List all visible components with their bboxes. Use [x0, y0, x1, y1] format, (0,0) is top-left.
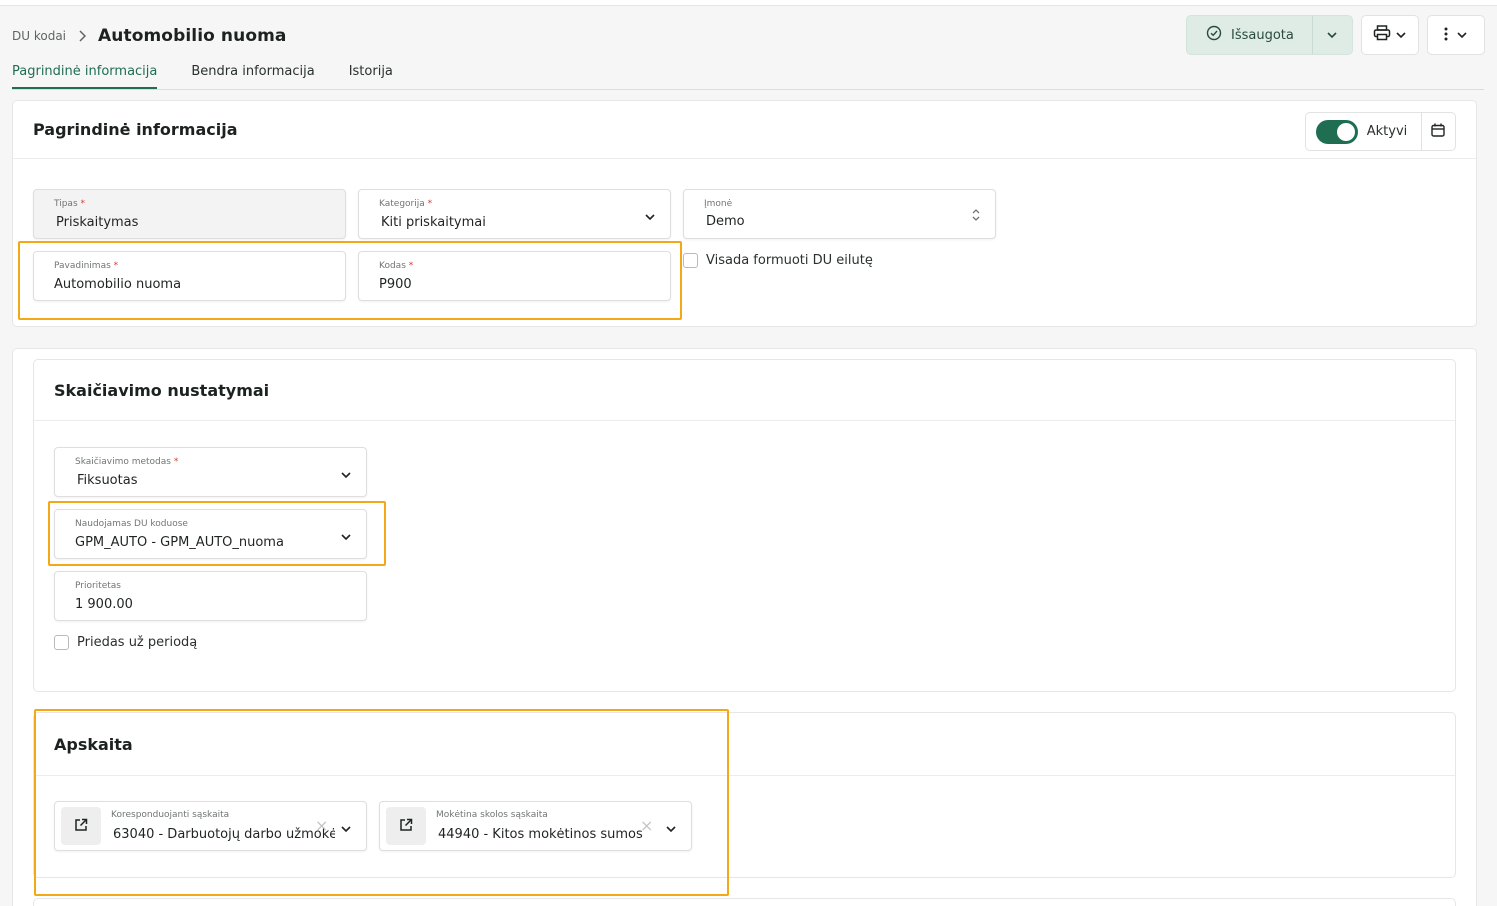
kategorija-select[interactable]: Kategorija * Kiti priskaitymai	[358, 189, 671, 239]
toggle-knob	[1336, 122, 1355, 141]
kategorija-label: Kategorija *	[379, 199, 433, 209]
chevron-down-icon	[665, 820, 677, 833]
print-button[interactable]	[1361, 15, 1419, 55]
chevron-down-icon	[340, 528, 352, 541]
moketina-account-select[interactable]: Mokėtina skolos sąskaita 44940 - Kitos m…	[379, 801, 692, 851]
save-button[interactable]: Išsaugota	[1187, 16, 1313, 54]
save-button-group: Išsaugota	[1186, 15, 1353, 55]
printer-icon	[1373, 25, 1391, 45]
external-link-icon	[74, 817, 88, 836]
tab-istorija[interactable]: Istorija	[349, 64, 393, 89]
pavadinimas-input[interactable]: Pavadinimas * Automobilio nuoma	[33, 251, 346, 301]
calendar-button[interactable]	[1420, 113, 1455, 150]
korespondent-value: 63040 - Darbuotojų darbo užmokė	[113, 827, 335, 842]
tipas-label: Tipas *	[54, 199, 86, 209]
always-du-label: Visada formuoti DU eilutę	[706, 253, 873, 268]
tipas-value: Priskaitymas	[56, 215, 139, 230]
external-link-icon	[399, 817, 413, 836]
kebab-icon	[1444, 26, 1448, 45]
accounting-title: Apskaita	[54, 734, 133, 754]
chevron-down-icon	[1326, 26, 1338, 45]
next-card-edge	[33, 898, 1456, 906]
moketina-value: 44940 - Kitos mokėtinos sumos	[438, 827, 643, 842]
kodas-label: Kodas *	[379, 261, 414, 271]
metodas-select[interactable]: Skaičiavimo metodas * Fiksuotas	[54, 447, 367, 497]
breadcrumb: DU kodai Automobilio nuoma	[12, 26, 287, 46]
clear-icon[interactable]: ×	[640, 816, 653, 835]
calc-settings-title: Skaičiavimo nustatymai	[54, 380, 270, 400]
prioritetas-value: 1 900.00	[75, 597, 133, 612]
naudojamas-value: GPM_AUTO - GPM_AUTO_nuoma	[75, 535, 284, 550]
tab-bendra[interactable]: Bendra informacija	[191, 64, 314, 89]
chevron-down-icon	[644, 208, 656, 221]
priedas-checkbox[interactable]	[54, 635, 69, 650]
moketina-label: Mokėtina skolos sąskaita	[436, 810, 548, 820]
pavadinimas-value: Automobilio nuoma	[54, 277, 182, 292]
kodas-value: P900	[379, 277, 412, 292]
open-korespondent-account-button[interactable]	[61, 807, 101, 845]
always-du-checkbox[interactable]	[683, 253, 698, 268]
active-toggle-switch[interactable]	[1316, 119, 1358, 144]
tab-bar: Pagrindinė informacija Bendra informacij…	[12, 64, 1484, 90]
priedas-label: Priedas už periodą	[77, 635, 198, 650]
chevron-down-icon	[1395, 26, 1407, 45]
chevron-down-icon	[340, 466, 352, 479]
more-actions-button[interactable]	[1427, 15, 1485, 55]
naudojamas-select[interactable]: Naudojamas DU koduose GPM_AUTO - GPM_AUT…	[54, 509, 367, 559]
metodas-label: Skaičiavimo metodas *	[75, 457, 179, 467]
main-info-header: Pagrindinė informacija	[13, 101, 1476, 159]
pavadinimas-label: Pavadinimas *	[54, 261, 119, 271]
metodas-value: Fiksuotas	[77, 473, 138, 488]
breadcrumb-parent-link[interactable]: DU kodai	[12, 29, 66, 43]
chevron-right-icon	[78, 29, 88, 43]
page-title: Automobilio nuoma	[98, 26, 287, 46]
check-circle-icon	[1206, 25, 1222, 45]
imone-select[interactable]: Įmonė Demo	[683, 189, 996, 239]
imone-value: Demo	[706, 214, 745, 229]
tipas-field: Tipas * Priskaitymas	[33, 189, 346, 239]
chevron-down-icon	[340, 820, 352, 833]
kategorija-value: Kiti priskaitymai	[381, 215, 486, 230]
accounting-header: Apskaita	[34, 713, 1455, 776]
calendar-icon	[1431, 122, 1445, 141]
always-du-checkbox-row[interactable]: Visada formuoti DU eilutę	[683, 253, 873, 268]
naudojamas-label: Naudojamas DU koduose	[75, 519, 188, 529]
active-toggle-group: Aktyvi	[1305, 112, 1456, 151]
prioritetas-input[interactable]: Prioritetas 1 900.00	[54, 571, 367, 621]
priedas-checkbox-row[interactable]: Priedas už periodą	[54, 635, 197, 650]
active-toggle-label: Aktyvi	[1366, 124, 1408, 139]
korespondent-label: Koresponduojanti sąskaita	[111, 810, 230, 820]
kodas-input[interactable]: Kodas * P900	[358, 251, 671, 301]
calc-settings-header: Skaičiavimo nustatymai	[34, 360, 1455, 421]
save-options-button[interactable]	[1313, 16, 1352, 54]
save-button-label: Išsaugota	[1231, 27, 1294, 43]
accounting-card: Apskaita	[33, 712, 1456, 878]
sort-icon	[971, 207, 983, 221]
imone-label: Įmonė	[704, 199, 733, 209]
tab-pagrindine[interactable]: Pagrindinė informacija	[12, 64, 158, 89]
korespondent-account-select[interactable]: Koresponduojanti sąskaita 63040 - Darbuo…	[54, 801, 367, 851]
prioritetas-label: Prioritetas	[75, 581, 121, 591]
chevron-down-icon	[1456, 26, 1468, 45]
top-bar	[0, 0, 1497, 6]
open-moketina-account-button[interactable]	[386, 807, 426, 845]
main-info-title: Pagrindinė informacija	[33, 120, 238, 139]
clear-icon[interactable]: ×	[315, 816, 328, 835]
